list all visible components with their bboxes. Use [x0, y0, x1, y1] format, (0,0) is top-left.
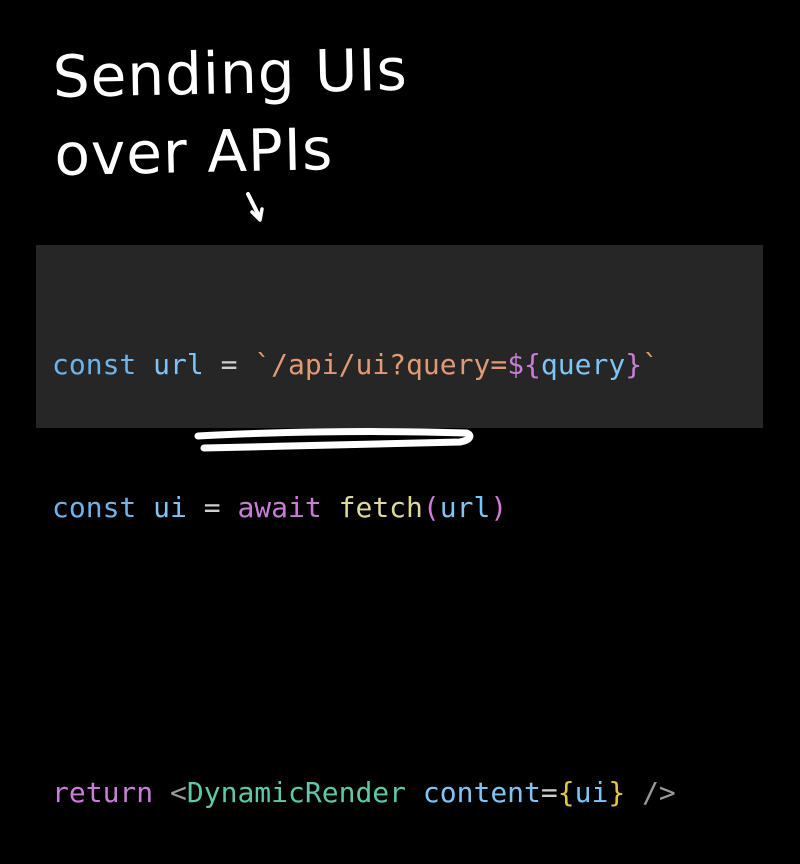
operator: = [203, 490, 221, 524]
argument: url [439, 490, 491, 524]
component-name: DynamicRender [186, 775, 407, 809]
keyword: const [52, 348, 137, 381]
paren-close: ) [490, 490, 508, 524]
variable: url [153, 348, 204, 381]
attribute-value: ui [574, 775, 609, 809]
paren-open: ( [422, 490, 440, 524]
interpolation-close: } [625, 348, 643, 381]
attribute-equals: = [540, 775, 558, 809]
template-string: `/api/ui?query= [254, 348, 508, 381]
interpolation-variable: query [540, 348, 626, 381]
title-line-2: over APIs [53, 115, 334, 189]
attribute-name: content [422, 775, 541, 809]
variable: ui [153, 490, 187, 524]
brace-open: { [557, 775, 575, 809]
title-line-1: Sending UIs [52, 35, 409, 111]
keyword: const [52, 490, 137, 524]
operator: = [220, 348, 238, 381]
return-keyword: return [52, 775, 154, 809]
interpolation-open: ${ [507, 348, 541, 381]
handwritten-title: Sending UIs over APIs [52, 31, 410, 194]
code-block: const url = `/api/ui?query=${query}` con… [52, 246, 676, 864]
function-name: fetch [338, 490, 423, 524]
tag-open: < [170, 775, 187, 809]
code-line-fetch: const ui = await fetch(url) [52, 484, 676, 532]
handwritten-underline [194, 428, 474, 452]
tag-close: /> [642, 775, 676, 809]
arrow-icon [246, 192, 264, 222]
code-line-return: return <DynamicRender content={ui} /> [52, 769, 676, 817]
code-line-url: const url = `/api/ui?query=${query}` [52, 341, 676, 389]
await-keyword: await [237, 490, 322, 524]
brace-close: } [608, 775, 626, 809]
template-string-end: ` [642, 348, 659, 381]
